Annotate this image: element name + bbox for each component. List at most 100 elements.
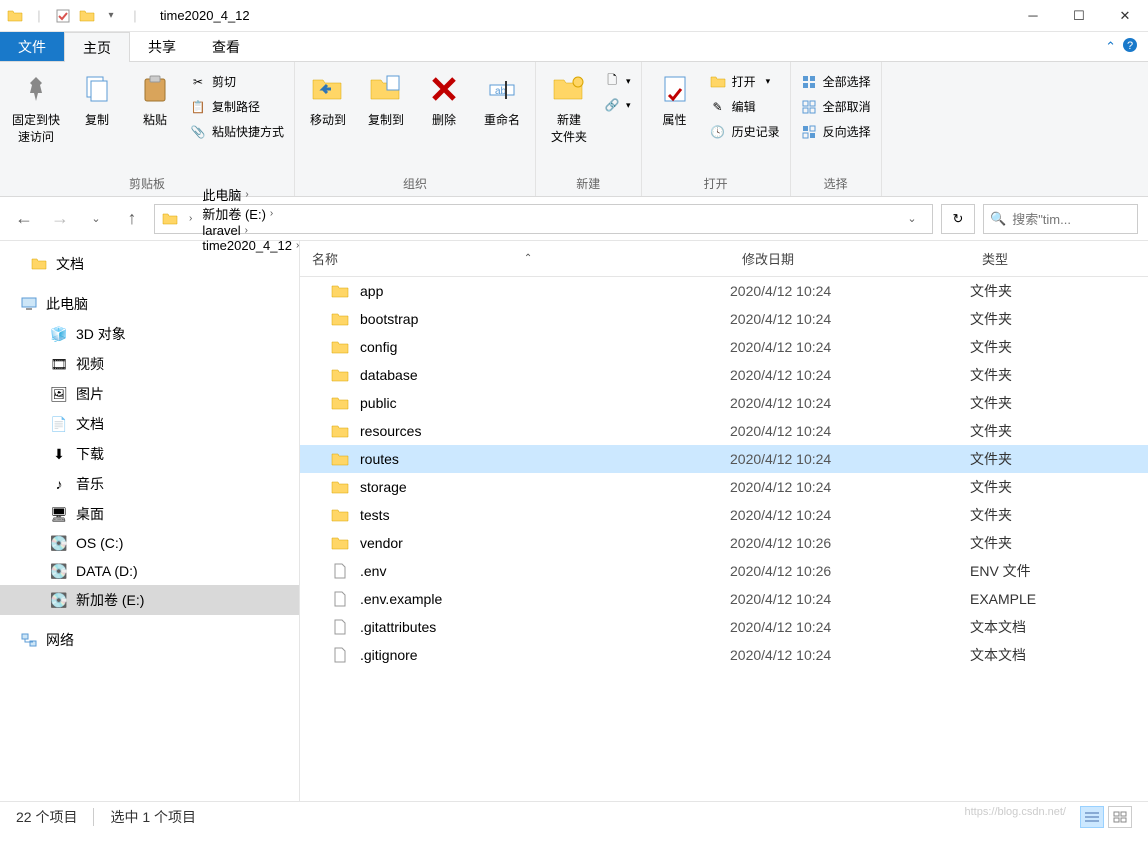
group-label: 组织 xyxy=(303,175,527,194)
address-dropdown[interactable]: ⌄ xyxy=(898,205,926,233)
tab-home[interactable]: 主页 xyxy=(64,32,130,62)
sidebar-item[interactable]: ⬇下载 xyxy=(0,439,299,469)
file-row[interactable]: app2020/4/12 10:24文件夹 xyxy=(300,277,1148,305)
file-name: .env xyxy=(360,563,386,579)
file-type: 文件夹 xyxy=(970,337,1148,357)
help-icon[interactable]: ? xyxy=(1122,37,1138,56)
sidebar-item-this-pc[interactable]: 此电脑 xyxy=(0,289,299,319)
maximize-button[interactable]: ☐ xyxy=(1056,0,1102,32)
column-type[interactable]: 类型 xyxy=(970,241,1148,276)
sidebar-item[interactable]: 🖼图片 xyxy=(0,379,299,409)
new-item-button[interactable]: 🗋▾ xyxy=(602,71,633,91)
new-folder-button[interactable]: 新建 文件夹 xyxy=(544,67,594,149)
rename-button[interactable]: ab重命名 xyxy=(477,67,527,132)
breadcrumb-item[interactable]: laravel› xyxy=(198,223,303,238)
folder-icon xyxy=(330,477,350,497)
forward-button[interactable]: → xyxy=(46,205,74,233)
paste-button[interactable]: 粘贴 xyxy=(130,67,180,132)
sidebar-icon: 🧊 xyxy=(50,325,68,343)
sidebar-item[interactable]: 💽DATA (D:) xyxy=(0,557,299,585)
refresh-button[interactable]: ↻ xyxy=(941,204,975,234)
sidebar-item[interactable]: 💽OS (C:) xyxy=(0,529,299,557)
svg-text:?: ? xyxy=(1127,40,1133,52)
properties-checkbox-icon[interactable] xyxy=(54,7,72,25)
view-details-button[interactable] xyxy=(1080,806,1104,828)
file-row[interactable]: resources2020/4/12 10:24文件夹 xyxy=(300,417,1148,445)
folder-icon xyxy=(6,7,24,25)
close-button[interactable]: ✕ xyxy=(1102,0,1148,32)
copyto-button[interactable]: 复制到 xyxy=(361,67,411,132)
address-bar[interactable]: › 此电脑›新加卷 (E:)›laravel›time2020_4_12› ⌄ xyxy=(154,204,933,234)
sidebar-item-network[interactable]: 网络 xyxy=(0,625,299,655)
sort-indicator-icon: ⌃ xyxy=(338,253,718,264)
breadcrumb-root[interactable]: › xyxy=(181,213,196,224)
nav-bar: ← → ⌄ ↑ › 此电脑›新加卷 (E:)›laravel›time2020_… xyxy=(0,197,1148,241)
back-button[interactable]: ← xyxy=(10,205,38,233)
sidebar-item[interactable]: 🎞视频 xyxy=(0,349,299,379)
edit-button[interactable]: ✎编辑 xyxy=(708,96,782,117)
sidebar-icon: 🖼 xyxy=(50,385,68,403)
folder-icon xyxy=(330,281,350,301)
tab-view[interactable]: 查看 xyxy=(194,32,258,61)
sidebar-item[interactable]: 📄文档 xyxy=(0,409,299,439)
file-row[interactable]: tests2020/4/12 10:24文件夹 xyxy=(300,501,1148,529)
sidebar-icon: 💽 xyxy=(50,591,68,609)
folder-icon xyxy=(330,337,350,357)
file-row[interactable]: bootstrap2020/4/12 10:24文件夹 xyxy=(300,305,1148,333)
breadcrumb-item[interactable]: 新加卷 (E:)› xyxy=(198,204,303,223)
file-date: 2020/4/12 10:24 xyxy=(730,591,970,607)
history-button[interactable]: 🕓历史记录 xyxy=(708,121,782,142)
copy-button[interactable]: 复制 xyxy=(72,67,122,132)
select-none-button[interactable]: 全部取消 xyxy=(799,96,873,117)
group-select: 全部选择 全部取消 反向选择 选择 xyxy=(791,62,882,196)
up-button[interactable]: ↑ xyxy=(118,205,146,233)
file-name: tests xyxy=(360,507,390,523)
file-row[interactable]: config2020/4/12 10:24文件夹 xyxy=(300,333,1148,361)
file-row[interactable]: public2020/4/12 10:24文件夹 xyxy=(300,389,1148,417)
file-name: .gitattributes xyxy=(360,619,436,635)
cut-button[interactable]: ✂剪切 xyxy=(188,71,286,92)
select-all-icon xyxy=(801,74,817,90)
file-row[interactable]: vendor2020/4/12 10:26文件夹 xyxy=(300,529,1148,557)
folder-icon xyxy=(330,309,350,329)
pin-button[interactable]: 固定到快 速访问 xyxy=(8,67,64,149)
properties-button[interactable]: 属性 xyxy=(650,67,700,132)
recent-dropdown[interactable]: ⌄ xyxy=(82,205,110,233)
breadcrumb-item[interactable]: 此电脑› xyxy=(198,185,303,204)
view-thumbnails-button[interactable] xyxy=(1108,806,1132,828)
search-box[interactable]: 🔍 搜索"tim... xyxy=(983,204,1138,234)
file-row[interactable]: routes2020/4/12 10:24文件夹 xyxy=(300,445,1148,473)
delete-button[interactable]: 删除 xyxy=(419,67,469,132)
open-button[interactable]: 打开▾ xyxy=(708,71,782,92)
history-icon: 🕓 xyxy=(710,124,726,140)
collapse-ribbon-icon[interactable]: ⌃ xyxy=(1105,39,1116,55)
file-row[interactable]: .env2020/4/12 10:26ENV 文件 xyxy=(300,557,1148,585)
pc-icon xyxy=(20,295,38,313)
column-date[interactable]: 修改日期 xyxy=(730,241,970,276)
minimize-button[interactable]: ─ xyxy=(1010,0,1056,32)
sidebar-item[interactable]: 💽新加卷 (E:) xyxy=(0,585,299,615)
file-row[interactable]: .gitignore2020/4/12 10:24文本文档 xyxy=(300,641,1148,669)
copy-path-button[interactable]: 📋复制路径 xyxy=(188,96,286,117)
file-list[interactable]: app2020/4/12 10:24文件夹bootstrap2020/4/12 … xyxy=(300,277,1148,801)
sidebar-item[interactable]: 🧊3D 对象 xyxy=(0,319,299,349)
tab-share[interactable]: 共享 xyxy=(130,32,194,61)
nav-pane[interactable]: 文档 此电脑 🧊3D 对象🎞视频🖼图片📄文档⬇下载♪音乐🖥桌面💽OS (C:)💽… xyxy=(0,241,300,801)
sidebar-item[interactable]: ♪音乐 xyxy=(0,469,299,499)
file-row[interactable]: database2020/4/12 10:24文件夹 xyxy=(300,361,1148,389)
sidebar-item-documents[interactable]: 文档 xyxy=(0,249,299,279)
select-all-button[interactable]: 全部选择 xyxy=(799,71,873,92)
paste-shortcut-button[interactable]: 📎粘贴快捷方式 xyxy=(188,121,286,142)
invert-selection-button[interactable]: 反向选择 xyxy=(799,121,873,142)
file-row[interactable]: storage2020/4/12 10:24文件夹 xyxy=(300,473,1148,501)
moveto-icon xyxy=(310,71,346,107)
easy-access-button[interactable]: 🔗▾ xyxy=(602,95,633,115)
file-row[interactable]: .env.example2020/4/12 10:24EXAMPLE xyxy=(300,585,1148,613)
column-name[interactable]: 名称⌃ xyxy=(300,241,730,276)
tab-file[interactable]: 文件 xyxy=(0,32,64,61)
moveto-button[interactable]: 移动到 xyxy=(303,67,353,132)
sidebar-item[interactable]: 🖥桌面 xyxy=(0,499,299,529)
file-row[interactable]: .gitattributes2020/4/12 10:24文本文档 xyxy=(300,613,1148,641)
dropdown-icon[interactable]: ▾ xyxy=(102,7,120,25)
file-name: .gitignore xyxy=(360,647,418,663)
